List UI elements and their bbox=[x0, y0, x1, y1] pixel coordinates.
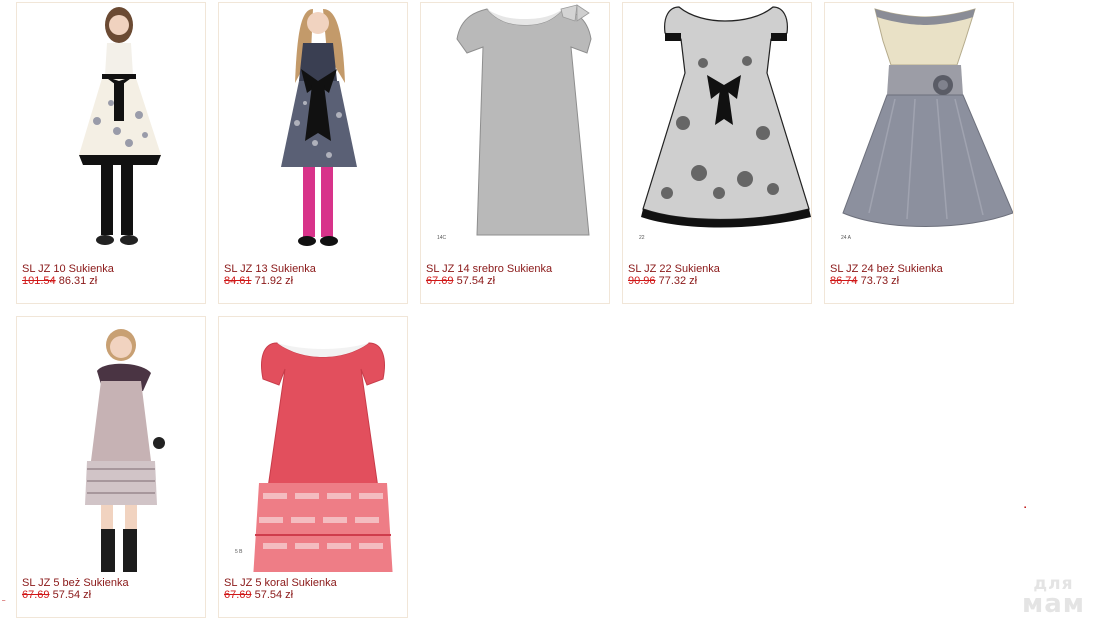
watermark-line-2: мам bbox=[1021, 589, 1085, 620]
sale-price: 71.92 zł bbox=[254, 275, 294, 287]
price-row: 86.74 73.73 zł bbox=[830, 275, 899, 287]
product-code: 24 A bbox=[841, 235, 852, 241]
price-row: 67.69 57.54 zł bbox=[22, 589, 91, 601]
old-price: 67.69 bbox=[224, 589, 252, 601]
product-name-link[interactable]: SL JZ 10 Sukienka bbox=[22, 263, 114, 275]
sale-price: 86.31 zł bbox=[58, 275, 98, 287]
product-name-link[interactable]: SL JZ 24 beż Sukienka bbox=[830, 263, 943, 275]
product-card[interactable]: 14C SL JZ 14 srebro Sukienka 67.69 57.54… bbox=[420, 2, 610, 304]
marker-dot: – bbox=[2, 598, 6, 604]
price-row: 90.96 77.32 zł bbox=[628, 275, 697, 287]
product-card[interactable]: 22 SL JZ 22 Sukienka 90.96 77.32 zł bbox=[622, 2, 812, 304]
product-image[interactable] bbox=[17, 317, 205, 572]
product-card[interactable]: SL JZ 10 Sukienka 101.54 86.31 zł bbox=[16, 2, 206, 304]
product-code: 14C bbox=[437, 235, 447, 241]
marker-dot: ▪ bbox=[1024, 505, 1027, 511]
old-price: 86.74 bbox=[830, 275, 858, 287]
product-name-link[interactable]: SL JZ 22 Sukienka bbox=[628, 263, 720, 275]
sale-price: 57.54 zł bbox=[254, 589, 294, 601]
product-card[interactable]: SL JZ 13 Sukienka 84.61 71.92 zł bbox=[218, 2, 408, 304]
product-image[interactable] bbox=[219, 317, 407, 572]
product-card[interactable]: 5 B SL JZ 5 koral Sukienka 67.69 57.54 z… bbox=[218, 316, 408, 618]
product-image[interactable] bbox=[421, 3, 609, 258]
price-row: 101.54 86.31 zł bbox=[22, 275, 97, 287]
old-price: 101.54 bbox=[22, 275, 56, 287]
sale-price: 57.54 zł bbox=[52, 589, 92, 601]
product-card[interactable]: 24 A SL JZ 24 beż Sukienka 86.74 73.73 z… bbox=[824, 2, 1014, 304]
old-price: 67.69 bbox=[426, 275, 454, 287]
product-name-link[interactable]: SL JZ 13 Sukienka bbox=[224, 263, 316, 275]
product-name-link[interactable]: SL JZ 5 koral Sukienka bbox=[224, 577, 337, 589]
product-image[interactable] bbox=[219, 3, 407, 258]
product-image[interactable] bbox=[17, 3, 205, 258]
old-price: 90.96 bbox=[628, 275, 656, 287]
product-image[interactable] bbox=[623, 3, 811, 258]
product-code: 5 B bbox=[235, 549, 243, 555]
product-code: 22 bbox=[639, 235, 645, 241]
watermark-logo: для мам bbox=[1021, 576, 1085, 620]
product-image[interactable] bbox=[825, 3, 1013, 258]
sale-price: 73.73 zł bbox=[860, 275, 900, 287]
price-row: 84.61 71.92 zł bbox=[224, 275, 293, 287]
old-price: 84.61 bbox=[224, 275, 252, 287]
sale-price: 77.32 zł bbox=[658, 275, 698, 287]
price-row: 67.69 57.54 zł bbox=[426, 275, 495, 287]
product-name-link[interactable]: SL JZ 5 beż Sukienka bbox=[22, 577, 129, 589]
sale-price: 57.54 zł bbox=[456, 275, 496, 287]
old-price: 67.69 bbox=[22, 589, 50, 601]
product-name-link[interactable]: SL JZ 14 srebro Sukienka bbox=[426, 263, 552, 275]
product-card[interactable]: SL JZ 5 beż Sukienka 67.69 57.54 zł bbox=[16, 316, 206, 618]
price-row: 67.69 57.54 zł bbox=[224, 589, 293, 601]
